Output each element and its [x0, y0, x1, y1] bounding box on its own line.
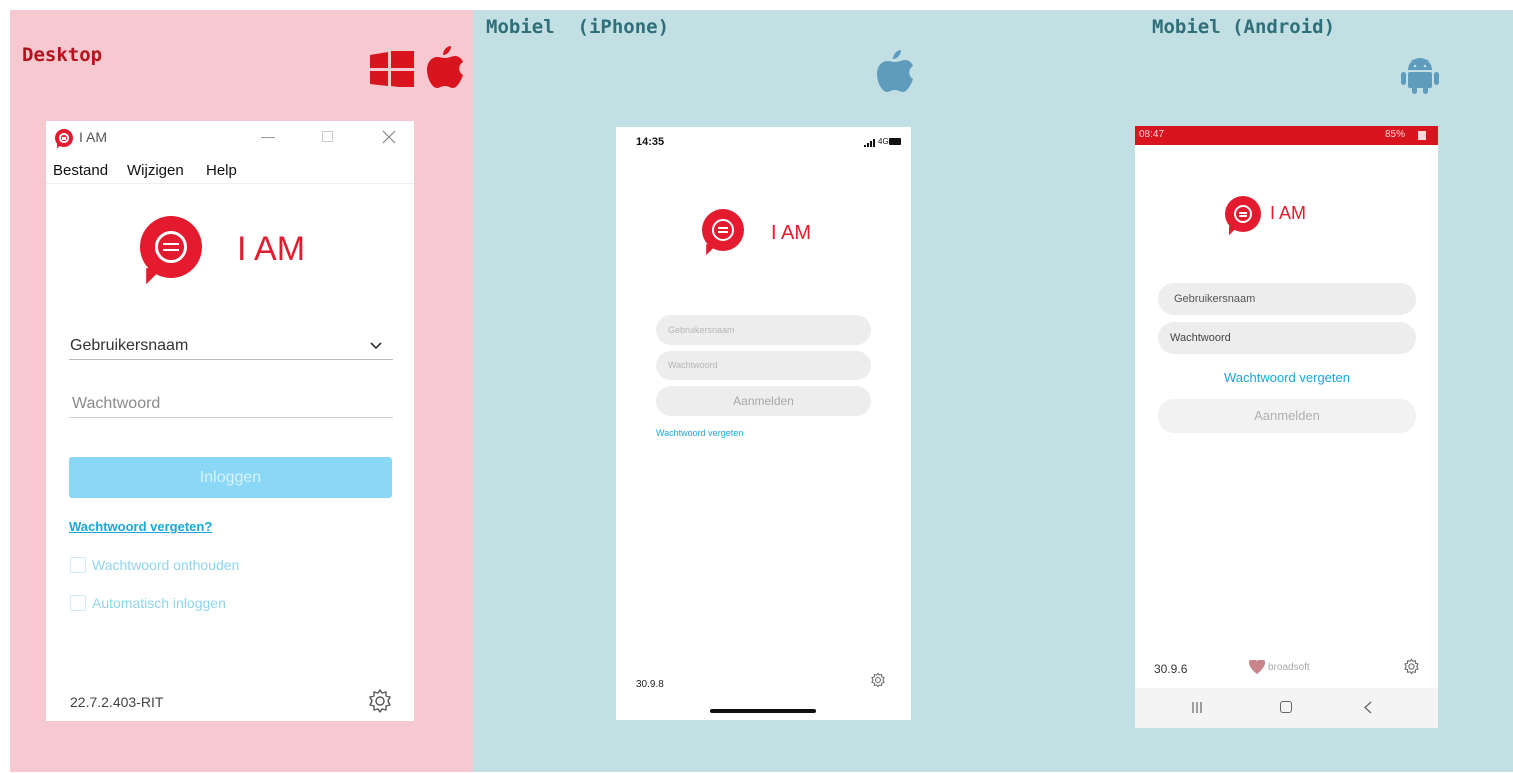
settings-gear-icon[interactable]	[367, 688, 393, 714]
apple-icon-iphone	[877, 50, 913, 92]
remember-password-label: Wachtwoord onthouden	[92, 557, 240, 573]
iphone-network: 4G	[878, 137, 889, 146]
android-username-field[interactable]: Gebruikersnaam	[1158, 283, 1416, 315]
brand-logo-icon	[140, 216, 202, 278]
iphone-brand-logo-icon	[702, 209, 744, 251]
signal-icon	[864, 139, 875, 147]
android-status-time: 08:47	[1139, 129, 1165, 140]
iphone-brand-name: I AM	[771, 222, 812, 244]
android-screen: 08:47 85% I AM Gebruikersnaam Wachtwoord…	[1135, 126, 1438, 728]
password-field[interactable]: Wachtwoord	[72, 395, 160, 413]
android-forgot-link[interactable]: Wachtwoord vergeten	[1158, 370, 1416, 385]
desktop-app-window: I AM Bestand Wijzigen Help I AM Gebruike…	[46, 121, 414, 721]
close-icon[interactable]	[382, 130, 396, 144]
windows-icon	[370, 51, 414, 87]
iphone-heading: Mobiel (iPhone)	[486, 16, 670, 38]
version-label: 22.7.2.403-RIT	[70, 694, 164, 710]
minimize-icon[interactable]	[261, 137, 275, 138]
auto-login-label: Automatisch inloggen	[92, 595, 226, 611]
apple-icon	[427, 46, 463, 88]
android-battery-level: 85%	[1385, 129, 1406, 140]
home-indicator[interactable]	[710, 709, 816, 713]
brand-name: I AM	[237, 230, 306, 268]
iphone-username-field[interactable]: Gebruikersnaam	[656, 315, 871, 345]
android-heading: Mobiel (Android)	[1152, 16, 1336, 38]
iphone-login-button[interactable]: Aanmelden	[656, 386, 871, 416]
chevron-down-icon[interactable]	[370, 342, 382, 350]
android-brand-logo-icon	[1225, 196, 1261, 232]
password-underline	[69, 417, 393, 418]
maximize-icon[interactable]	[322, 131, 333, 142]
login-button[interactable]: Inloggen	[69, 457, 392, 498]
menu-help[interactable]: Help	[206, 162, 237, 179]
auto-login-checkbox[interactable]	[70, 595, 86, 611]
android-brand-name: I AM	[1270, 203, 1307, 223]
battery-icon	[889, 138, 901, 145]
forgot-password-link[interactable]: Wachtwoord vergeten?	[69, 519, 212, 534]
app-logo-icon	[55, 129, 73, 147]
username-field[interactable]: Gebruikersnaam	[70, 337, 188, 355]
remember-password-checkbox[interactable]	[70, 557, 86, 573]
iphone-password-field[interactable]: Wachtwoord	[656, 351, 871, 380]
iphone-status-time: 14:35	[636, 136, 665, 148]
back-icon[interactable]	[1364, 701, 1372, 714]
android-icon	[1401, 58, 1439, 94]
desktop-heading: Desktop	[22, 44, 103, 66]
android-login-button[interactable]: Aanmelden	[1158, 399, 1416, 433]
android-battery-icon	[1418, 131, 1426, 140]
username-underline	[69, 359, 393, 360]
android-settings-gear-icon[interactable]	[1403, 658, 1420, 675]
iphone-settings-gear-icon[interactable]	[870, 672, 886, 688]
android-password-field[interactable]: Wachtwoord	[1158, 322, 1416, 354]
menu-divider	[46, 183, 414, 184]
window-title: I AM	[79, 129, 108, 145]
menu-bestand[interactable]: Bestand	[53, 162, 108, 179]
android-version: 30.9.6	[1154, 662, 1188, 676]
android-vendor-label: broadsoft	[1268, 662, 1310, 673]
iphone-screen: 14:35 4G I AM Gebruikersnaam Wachtwoord …	[616, 127, 911, 720]
menu-wijzigen[interactable]: Wijzigen	[127, 162, 184, 179]
recent-apps-icon[interactable]	[1191, 701, 1203, 714]
iphone-forgot-link[interactable]: Wachtwoord vergeten	[656, 428, 743, 438]
home-icon[interactable]	[1280, 701, 1292, 713]
iphone-version: 30.9.8	[636, 679, 664, 690]
broadsoft-logo-icon	[1249, 660, 1265, 674]
